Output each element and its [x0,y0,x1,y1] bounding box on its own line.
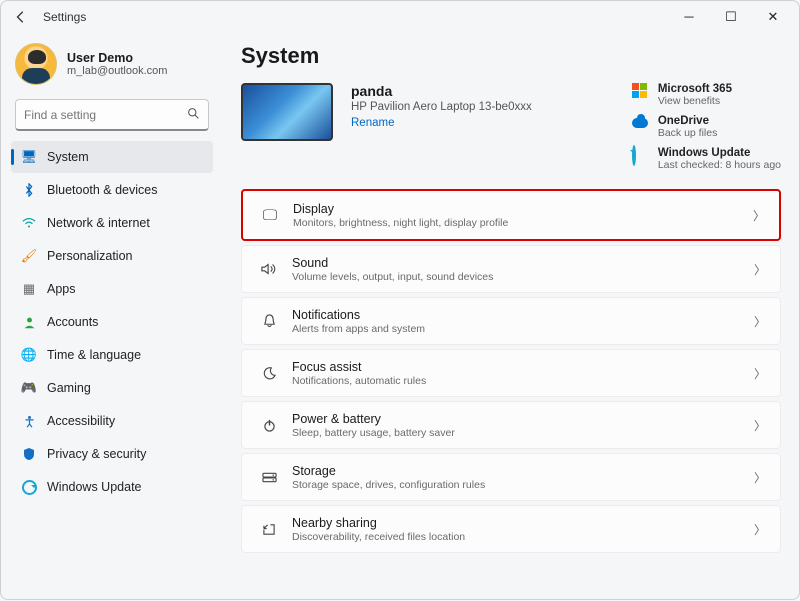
row-notifications[interactable]: Notifications Alerts from apps and syste… [241,297,781,345]
speaker-icon [256,262,282,276]
row-nearby-sharing[interactable]: Nearby sharing Discoverability, received… [241,505,781,553]
promo-panel: Microsoft 365 View benefits OneDrive Bac… [632,83,781,171]
device-model: HP Pavilion Aero Laptop 13-be0xxx [351,101,532,113]
chevron-right-icon: 〉 [754,469,766,486]
promo-windows-update[interactable]: Windows Update Last checked: 8 hours ago [658,147,781,171]
maximize-button[interactable]: ☐ [717,9,745,25]
chevron-right-icon: 〉 [754,417,766,434]
sidebar-item-gaming[interactable]: 🎮 Gaming [11,372,213,404]
sidebar-item-windows-update[interactable]: Windows Update [11,471,213,503]
rename-link[interactable]: Rename [351,117,532,129]
sidebar-item-time-language[interactable]: 🌐 Time & language [11,339,213,371]
share-icon [256,523,282,536]
row-sound[interactable]: Sound Volume levels, output, input, soun… [241,245,781,293]
sidebar-item-system[interactable]: 🖥 System [11,141,213,173]
sidebar-item-accessibility[interactable]: Accessibility [11,405,213,437]
sidebar-item-apps[interactable]: ▦ Apps [11,273,213,305]
sidebar-item-label: Time & language [47,348,141,362]
sidebar-item-label: Windows Update [47,480,142,494]
device-thumbnail [241,83,333,141]
sidebar-item-network[interactable]: Network & internet [11,207,213,239]
device-name: panda [351,83,532,99]
moon-icon [256,367,282,380]
page-title: System [241,43,781,69]
monitor-icon: 🖵 [257,207,283,224]
search-icon [187,107,200,123]
storage-icon [256,472,282,483]
sidebar-item-accounts[interactable]: Accounts [11,306,213,338]
brush-icon: 🖌 [21,248,37,264]
shield-icon [21,446,37,462]
device-header: panda HP Pavilion Aero Laptop 13-be0xxx … [241,83,781,171]
promo-m365[interactable]: Microsoft 365 View benefits [658,83,781,107]
sidebar-item-label: Apps [47,282,76,296]
sidebar-item-label: Bluetooth & devices [47,183,158,197]
display-icon: 🖥 [21,149,37,165]
bluetooth-icon [21,182,37,198]
bell-icon [256,314,282,328]
microsoft-365-icon [632,83,648,99]
chevron-right-icon: 〉 [754,313,766,330]
sidebar-item-personalization[interactable]: 🖌 Personalization [11,240,213,272]
sidebar-item-label: Personalization [47,249,132,263]
chevron-right-icon: 〉 [753,207,765,224]
sidebar-item-label: Accounts [47,315,98,329]
back-button[interactable] [9,5,33,29]
row-storage[interactable]: Storage Storage space, drives, configura… [241,453,781,501]
gamepad-icon: 🎮 [21,380,37,396]
sidebar-item-label: Gaming [47,381,91,395]
chevron-right-icon: 〉 [754,521,766,538]
sidebar-item-bluetooth[interactable]: Bluetooth & devices [11,174,213,206]
nav: 🖥 System Bluetooth & devices Network & i… [11,141,213,503]
row-focus-assist[interactable]: Focus assist Notifications, automatic ru… [241,349,781,397]
power-icon [256,419,282,432]
person-icon [21,314,37,330]
sidebar: User Demo m_lab@outlook.com 🖥 System Blu… [1,33,221,601]
chevron-right-icon: 〉 [754,261,766,278]
titlebar: Settings ─ ☐ ✕ [1,1,799,33]
close-button[interactable]: ✕ [759,9,787,25]
accessibility-icon [21,413,37,429]
user-email: m_lab@outlook.com [67,65,167,77]
avatar [15,43,57,85]
window-title: Settings [43,10,86,24]
promo-onedrive[interactable]: OneDrive Back up files [658,115,781,139]
sidebar-item-label: Accessibility [47,414,115,428]
globe-clock-icon: 🌐 [21,347,37,363]
settings-list: 🖵 Display Monitors, brightness, night li… [241,189,781,553]
search-box[interactable] [15,99,209,131]
chevron-right-icon: 〉 [754,365,766,382]
windows-update-icon [632,147,648,163]
apps-icon: ▦ [21,281,37,297]
wifi-icon [21,215,37,231]
minimize-button[interactable]: ─ [675,9,703,25]
search-input[interactable] [24,108,187,122]
row-power-battery[interactable]: Power & battery Sleep, battery usage, ba… [241,401,781,449]
sidebar-item-label: System [47,150,89,164]
update-icon [21,479,37,495]
sidebar-item-label: Network & internet [47,216,150,230]
onedrive-icon [632,115,648,131]
row-display[interactable]: 🖵 Display Monitors, brightness, night li… [241,189,781,241]
user-profile[interactable]: User Demo m_lab@outlook.com [11,39,213,95]
sidebar-item-privacy[interactable]: Privacy & security [11,438,213,470]
user-name: User Demo [67,51,167,65]
sidebar-item-label: Privacy & security [47,447,146,461]
content: System panda HP Pavilion Aero Laptop 13-… [221,33,799,601]
